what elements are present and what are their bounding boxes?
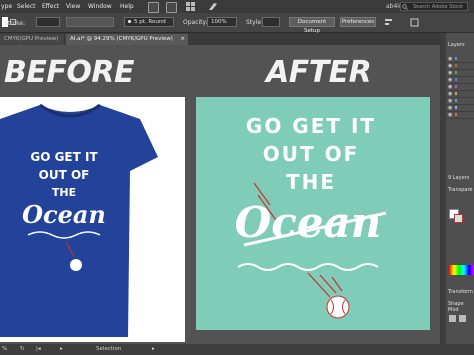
layer-color-swatch [455,85,457,88]
after-script: Ocean [235,198,382,247]
menu-window[interactable]: Window [88,3,112,10]
document-tab-bar: CMYK/GPU Preview) AI.ai* @ 94.29% (CMYK/… [0,33,440,45]
opacity-label: Opacity: [183,19,208,26]
transparency-panel-title[interactable]: Transpare [448,187,472,193]
style-label: Style: [246,19,264,26]
menu-help[interactable]: Help [120,3,134,10]
first-artboard-icon[interactable]: |◂ [36,346,41,352]
close-icon[interactable]: × [180,34,185,45]
layer-color-swatch [455,78,457,81]
rotate-icon[interactable]: ↻ [20,346,25,352]
stroke-label: Stroke: [4,20,26,27]
menu-bar: ype Select Effect View Window Help ab4iu… [0,0,474,13]
brush-definition[interactable]: 5 pt. Round [124,17,174,27]
before-script: Ocean [22,200,106,229]
before-label: BEFORE [4,55,134,90]
color-spectrum[interactable] [449,265,474,275]
transform-icon[interactable] [410,18,419,27]
layer-row[interactable]: ◉ [446,111,474,119]
right-panel: Layers ◉ ◉ ◉ ◉ ◉ ◉ ◉ ◉ ◉ 9 Layers Transpare Tran… [446,33,474,344]
shape-modes-title[interactable]: Shape Mod [448,301,474,313]
after-line2: OUT OF [263,142,360,166]
transform-panel-title[interactable]: Transform [448,289,473,295]
tab-label: AI.ai* @ 94.29% (CMYK/GPU Preview) [70,36,173,42]
after-line1: GO GET IT [246,114,376,138]
before-line2: OUT OF [39,168,90,182]
before-artwork[interactable]: GO GET IT OUT OF THE Ocean [0,97,185,342]
menu-type[interactable]: ype [1,3,12,10]
brush-value: 5 pt. Round [134,19,166,25]
stock-icon[interactable] [166,2,177,13]
layers-list: ◉ ◉ ◉ ◉ ◉ ◉ ◉ ◉ ◉ [446,55,474,120]
bridge-icon[interactable] [148,2,159,13]
arrange-documents-icon[interactable] [186,2,195,11]
menu-view[interactable]: View [66,3,80,10]
baseball-icon [326,295,350,319]
before-line3: THE [52,186,76,199]
layers-panel-title[interactable]: Layers [448,42,465,48]
menu-effect[interactable]: Effect [42,3,59,10]
layer-color-swatch [455,71,457,74]
layers-count: 9 Layers [448,175,470,181]
unite-icon[interactable] [449,315,456,322]
next-artboard-icon[interactable]: ▸ [60,346,63,352]
stroke-weight-field[interactable] [36,17,60,27]
before-line1: GO GET IT [30,150,98,164]
menu-select[interactable]: Select [17,3,36,10]
document-setup-button[interactable]: Document Setup [289,17,335,34]
eye-icon[interactable]: ◉ [448,112,452,118]
layer-color-swatch [455,57,457,60]
opacity-field[interactable]: 100% [207,17,237,27]
layer-color-swatch [455,64,457,67]
tab-label: CMYK/GPU Preview) [4,36,59,42]
brush-dot-icon [128,20,131,23]
variable-width-profile[interactable] [66,17,114,27]
preferences-button[interactable]: Preferences [340,17,376,27]
stroke-color-swatch[interactable] [454,214,463,223]
graphic-style-picker[interactable] [262,17,280,27]
tshirt-image: GO GET IT OUT OF THE Ocean [0,103,158,337]
after-label: AFTER [266,55,372,90]
status-bar: % ↻ |◂ ▸ Selection ▸ [0,344,474,355]
control-bar: Stroke: 5 pt. Round Opacity: 100% Style:… [0,13,474,34]
gpu-performance-icon[interactable] [208,2,217,11]
after-design: GO GET IT OUT OF THE Ocean [235,114,387,319]
tab-other-document[interactable]: CMYK/GPU Preview) [0,34,64,45]
tab-active-document[interactable]: AI.ai* @ 94.29% (CMYK/GPU Preview) × [66,34,188,45]
zoom-level[interactable]: % [2,346,7,352]
layer-color-swatch [455,106,457,109]
after-artwork[interactable]: GO GET IT OUT OF THE Ocean [196,97,430,330]
layer-color-swatch [455,113,457,116]
layer-color-swatch [455,99,457,102]
align-icon[interactable] [384,18,393,27]
search-input[interactable]: Search Adobe Stock [400,2,468,11]
layer-color-swatch [455,92,457,95]
after-line3: THE [286,170,336,194]
baseball-icon [70,259,82,271]
status-arrow-icon[interactable]: ▸ [152,346,155,352]
search-icon [402,4,408,10]
minus-front-icon[interactable] [459,315,466,322]
status-tool: Selection [96,346,122,352]
